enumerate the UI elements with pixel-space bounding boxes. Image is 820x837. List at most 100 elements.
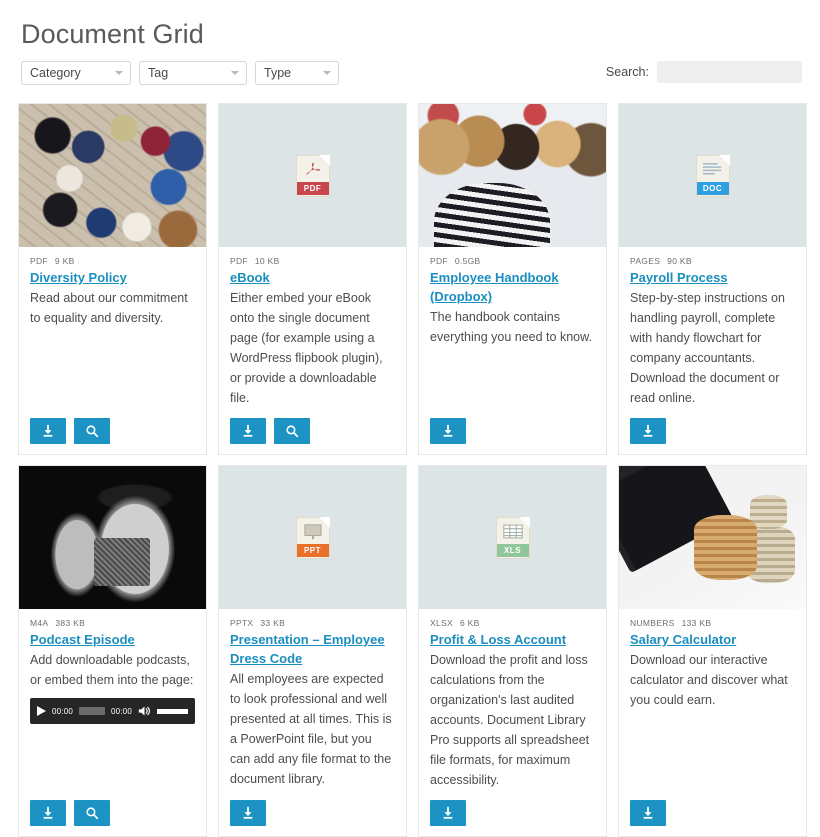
document-grid-page: Document Grid Category Tag Type Search: … [0,0,820,837]
card-thumbnail[interactable]: PPT [219,466,406,609]
card-body: PDF 0.5GB Employee Handbook (Dropbox) The h… [419,247,606,454]
filetype-badge: PPT [296,543,329,557]
card-thumbnail[interactable] [19,104,206,247]
preview-button[interactable] [74,418,110,444]
download-button[interactable] [230,800,266,826]
card-thumbnail[interactable] [419,104,606,247]
document-card: PDF PDF 10 KB eBook Either embed your eBook … [218,103,407,455]
file-size: 0.5GB [454,256,481,266]
download-icon [441,424,455,438]
file-format: PAGES [630,256,661,266]
document-title-link[interactable]: Presentation – Employee Dress Code [230,630,395,668]
file-size: 9 KB [54,256,75,266]
download-button[interactable] [30,800,66,826]
document-card: PDF 0.5GB Employee Handbook (Dropbox) The h… [418,103,607,455]
pdf-file-icon: PDF [295,154,330,197]
file-format: PPTX [230,618,254,628]
card-actions [430,408,595,444]
page-title: Document Grid [21,19,204,49]
search-input[interactable] [657,61,802,83]
document-excerpt: Add downloadable podcasts, or embed them… [30,653,194,687]
download-icon [241,424,255,438]
download-button[interactable] [630,800,666,826]
file-size: 10 KB [254,256,280,266]
card-body: PAGES 90 KB Payroll Process Step-by-step in… [619,247,806,454]
chevron-down-icon [231,71,239,75]
xls-file-icon: XLS [495,516,530,559]
download-icon [41,424,55,438]
card-thumbnail[interactable] [619,466,806,609]
ppt-file-icon: PPT [295,516,330,559]
filter-select-category-label: Category [30,66,81,80]
filetype-badge: DOC [696,181,729,195]
card-thumbnail[interactable]: DOC [619,104,806,247]
document-title-link[interactable]: Diversity Policy [30,268,195,287]
file-format: PDF [30,256,48,266]
filetype-badge: XLS [496,543,529,557]
audio-volume-slider[interactable] [157,708,188,714]
card-body: M4A 383 KB Podcast Episode Add downloadable… [19,609,206,836]
audio-progress-bar[interactable] [79,707,106,715]
card-thumbnail[interactable] [19,466,206,609]
card-meta: PAGES 90 KB [630,256,795,266]
filter-select-type[interactable]: Type [255,61,339,85]
preview-button[interactable] [74,800,110,826]
filter-select-category[interactable]: Category [21,61,131,85]
file-format: M4A [30,618,49,628]
filter-select-type-label: Type [264,66,292,80]
doc-file-icon: DOC [695,154,730,197]
card-thumbnail[interactable]: PDF [219,104,406,247]
document-excerpt: The handbook contains everything you nee… [430,310,592,344]
file-size: 6 KB [459,618,480,628]
play-icon[interactable] [37,706,46,716]
document-card: PPT PPTX 33 KB Presentation – Employee Dres… [218,465,407,837]
card-actions [630,790,795,826]
file-size: 383 KB [55,618,86,628]
search-label: Search: [605,65,649,79]
calculator-and-coins-photo [619,466,806,609]
download-icon [441,806,455,820]
audio-player[interactable]: 00:00 00:00 [30,698,195,724]
audio-duration: 00:00 [111,706,133,716]
studio-microphones-photo [19,466,206,609]
document-title-link[interactable]: Profit & Loss Account [430,630,595,649]
document-excerpt: Download our interactive calculator and … [630,653,788,707]
document-excerpt: Read about our commitment to equality an… [30,291,188,325]
document-title-link[interactable]: eBook [230,268,395,287]
download-button[interactable] [630,418,666,444]
document-excerpt: Either embed your eBook onto the single … [230,291,383,405]
file-format: XLSX [430,618,453,628]
document-title-link[interactable]: Salary Calculator [630,630,795,649]
preview-button[interactable] [274,418,310,444]
document-title-link[interactable]: Employee Handbook (Dropbox) [430,268,595,306]
file-format: PDF [230,256,248,266]
download-button[interactable] [430,800,466,826]
document-card: NUMBERS 133 KB Salary Calculator Download o… [618,465,807,837]
document-title-link[interactable]: Podcast Episode [30,630,195,649]
document-title-link[interactable]: Payroll Process [630,268,795,287]
document-card: PDF 9 KB Diversity Policy Read about our co… [18,103,207,455]
document-excerpt: Download the profit and loss calculation… [430,653,590,787]
card-body: PPTX 33 KB Presentation – Employee Dress C… [219,609,406,836]
card-body: PDF 9 KB Diversity Policy Read about our co… [19,247,206,454]
filetype-badge: PDF [296,181,329,195]
card-body: PDF 10 KB eBook Either embed your eBook ont… [219,247,406,454]
card-body: XLSX 6 KB Profit & Loss Account Download th… [419,609,606,836]
card-actions [230,408,395,444]
audio-current-time: 00:00 [52,706,74,716]
search-icon [85,806,99,820]
card-thumbnail[interactable]: XLS [419,466,606,609]
shoes-in-circle-photo [19,104,206,247]
file-size: 33 KB [260,618,286,628]
filter-select-tag[interactable]: Tag [139,61,247,85]
download-icon [241,806,255,820]
card-actions [230,790,395,826]
chevron-down-icon [323,71,331,75]
download-button[interactable] [30,418,66,444]
card-actions [430,790,595,826]
download-button[interactable] [430,418,466,444]
search-area: Search: [606,61,802,83]
card-meta: PDF 10 KB [230,256,395,266]
search-icon [285,424,299,438]
download-button[interactable] [230,418,266,444]
